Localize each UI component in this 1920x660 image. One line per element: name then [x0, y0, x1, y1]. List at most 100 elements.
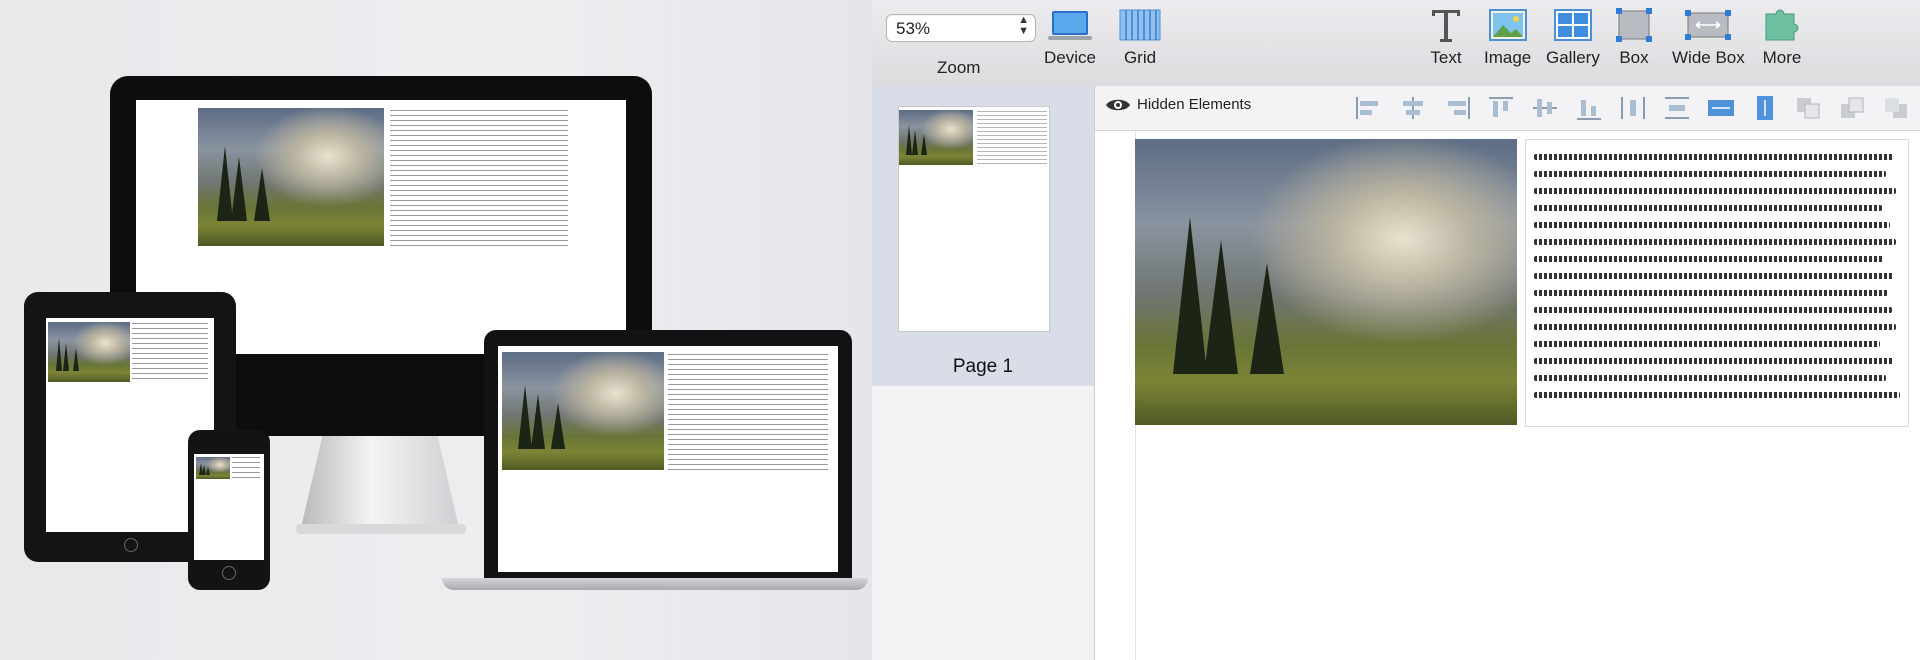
device-preview-illustration	[0, 0, 872, 660]
placeholder-text-line	[1534, 205, 1882, 211]
placeholder-text-line	[1534, 290, 1888, 296]
align-middle-icon[interactable]	[1529, 94, 1561, 122]
puzzle-piece-icon	[1765, 9, 1799, 41]
page-name: Page 1	[952, 356, 1014, 377]
placeholder-text-line	[1534, 375, 1886, 381]
placeholder-text-line	[1534, 358, 1894, 364]
phone-device	[188, 430, 270, 590]
tree-shape	[231, 157, 248, 222]
same-width-icon[interactable]	[1705, 94, 1737, 122]
box-label: Box	[1619, 48, 1649, 67]
zoom-label: Zoom	[937, 58, 981, 77]
tablet-text-block	[132, 323, 208, 381]
tree-shape	[72, 348, 79, 372]
grid-button[interactable]: Grid	[1118, 8, 1162, 68]
placeholder-text-line	[1534, 273, 1894, 279]
thumbnail-photo	[899, 110, 973, 165]
tree-shape	[206, 467, 211, 476]
tree-shape	[531, 393, 546, 449]
more-button[interactable]: More	[1762, 8, 1802, 68]
bring-forward-icon[interactable]	[1793, 94, 1825, 122]
laptop-screen	[498, 346, 838, 572]
laptop-photo	[502, 352, 664, 470]
wide-box-icon	[1685, 10, 1732, 40]
laptop-device	[484, 330, 852, 580]
align-left-icon[interactable]	[1353, 94, 1385, 122]
placeholder-text-line	[1534, 256, 1884, 262]
text-button[interactable]: Text	[1426, 8, 1466, 68]
desktop-text-block	[390, 110, 568, 246]
image-label: Image	[1484, 48, 1532, 67]
bring-to-front-icon[interactable]	[1837, 94, 1869, 122]
tree-shape	[912, 130, 919, 156]
placeholder-text-line	[1534, 188, 1896, 194]
grid-icon	[1119, 9, 1161, 41]
image-icon	[1488, 9, 1527, 41]
format-bar: Hidden Elements	[1095, 86, 1920, 131]
desktop-stand-base	[296, 524, 466, 534]
distribute-vertical-icon[interactable]	[1661, 94, 1693, 122]
tree-shape	[216, 146, 233, 222]
same-height-icon[interactable]	[1749, 94, 1781, 122]
box-icon	[1616, 8, 1652, 42]
tree-shape	[921, 134, 928, 156]
desktop-stand	[300, 436, 460, 532]
page-list-sidebar: Page 1	[872, 86, 1095, 660]
text-icon	[1432, 10, 1460, 42]
placeholder-text-line	[1534, 154, 1894, 160]
tablet-photo	[48, 322, 130, 382]
laptop-icon	[1047, 11, 1092, 40]
tree-shape	[550, 402, 565, 449]
gallery-icon	[1553, 9, 1592, 41]
placeholder-text-line	[1534, 222, 1890, 228]
placeholder-text-line	[1534, 171, 1886, 177]
wide-box-button[interactable]: Wide Box	[1672, 8, 1745, 68]
align-center-icon[interactable]	[1397, 94, 1429, 122]
distribute-horizontal-icon[interactable]	[1617, 94, 1649, 122]
phone-text-block	[232, 457, 260, 479]
tree-shape	[56, 338, 63, 372]
zoom-select[interactable]: 53% ▲ ▼	[886, 14, 1036, 42]
align-top-icon[interactable]	[1485, 94, 1517, 122]
gallery-label: Gallery	[1546, 48, 1600, 67]
send-backward-icon[interactable]	[1881, 94, 1913, 122]
desktop-photo	[198, 108, 384, 246]
tree-shape	[253, 168, 270, 222]
laptop-base	[442, 578, 868, 590]
hidden-elements-label: Hidden Elements	[1137, 96, 1252, 113]
tree-shape	[1249, 262, 1284, 374]
device-button[interactable]: Device	[1044, 8, 1096, 68]
canvas-text-element[interactable]	[1525, 139, 1909, 427]
more-label: More	[1762, 48, 1802, 67]
device-label: Device	[1044, 48, 1096, 67]
placeholder-text-line	[1534, 324, 1896, 330]
main-toolbar: 53% ▲ ▼ Zoom Device Grid Text Image Galle…	[872, 0, 1920, 87]
hidden-elements-toggle[interactable]: Hidden Elements	[1105, 96, 1251, 113]
text-label: Text	[1430, 48, 1462, 67]
align-bottom-icon[interactable]	[1573, 94, 1605, 122]
laptop-text-block	[668, 354, 828, 470]
phone-screen	[194, 454, 264, 560]
grid-label: Grid	[1123, 48, 1157, 67]
placeholder-text-line	[1534, 239, 1896, 245]
box-button[interactable]: Box	[1614, 8, 1654, 68]
phone-photo	[196, 457, 230, 479]
canvas-image-element[interactable]	[1135, 139, 1517, 425]
gallery-button[interactable]: Gallery	[1546, 8, 1600, 68]
placeholder-text-line	[1534, 341, 1880, 347]
placeholder-text-line	[1534, 392, 1900, 398]
page-thumbnail[interactable]	[899, 107, 1049, 331]
placeholder-text-line	[1534, 307, 1892, 313]
alignment-tools	[1353, 94, 1920, 122]
page-list-item[interactable]: Page 1	[872, 86, 1094, 386]
tree-shape	[518, 384, 533, 449]
app-window: 53% ▲ ▼ Zoom Device Grid Text Image Galle…	[872, 0, 1920, 660]
zoom-value: 53%	[896, 19, 931, 38]
align-right-icon[interactable]	[1441, 94, 1473, 122]
wide-box-label: Wide Box	[1672, 48, 1745, 67]
tree-shape	[62, 343, 69, 372]
tree-shape	[1173, 216, 1208, 374]
editing-canvas[interactable]	[1095, 131, 1920, 660]
image-button[interactable]: Image	[1484, 8, 1531, 68]
eye-icon	[1106, 99, 1130, 110]
